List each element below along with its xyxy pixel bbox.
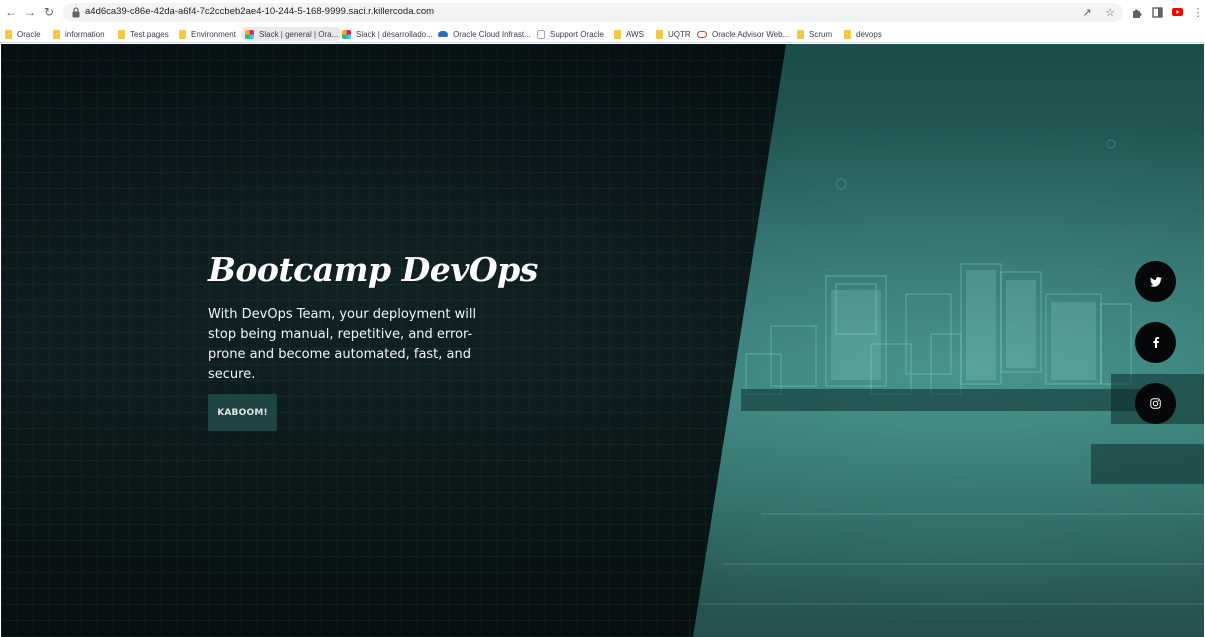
hero-section: Bootcamp DevOps With DevOps Team, your d…	[1, 44, 1204, 637]
folder-icon	[614, 29, 621, 39]
folder-icon	[844, 29, 851, 39]
bookmark-oracle[interactable]: Oracle	[5, 27, 41, 41]
address-bar[interactable]: a4d6ca39-c86e-42da-a6f4-7c2ccbeb2ae4-10-…	[63, 3, 1123, 22]
bookmark-uqtr[interactable]: UQTR	[656, 27, 691, 41]
folder-icon	[53, 29, 60, 39]
slack-icon	[342, 29, 351, 39]
kaboom-button[interactable]: KABOOM!	[208, 394, 277, 431]
extensions-icon[interactable]	[1130, 5, 1144, 19]
bookmark-information[interactable]: information	[53, 27, 105, 41]
menu-icon[interactable]: ⋮	[1191, 5, 1205, 19]
cloud-icon	[438, 31, 448, 37]
folder-icon	[118, 29, 125, 39]
star-icon[interactable]: ☆	[1103, 5, 1117, 19]
hero-subtitle: With DevOps Team, your deployment will s…	[208, 307, 477, 382]
lock-icon	[72, 7, 80, 18]
share-icon[interactable]: ↗	[1080, 5, 1094, 19]
bookmarks-bar: Oracle information Test pages Environmen…	[0, 25, 1205, 43]
bookmark-aws[interactable]: AWS	[614, 27, 644, 41]
bookmark-oracle-cloud[interactable]: Oracle Cloud Infrast...	[438, 27, 531, 41]
side-panel-icon[interactable]	[1150, 5, 1164, 19]
bookmark-scrum[interactable]: Scrum	[797, 27, 832, 41]
instagram-button[interactable]	[1135, 383, 1176, 424]
bookmark-support-oracle[interactable]: Support Oracle	[537, 27, 604, 41]
oracle-icon	[697, 30, 707, 38]
instagram-icon	[1150, 398, 1161, 409]
folder-icon	[5, 29, 12, 39]
forward-icon[interactable]: →	[23, 5, 37, 19]
folder-icon	[179, 29, 186, 39]
url-text: a4d6ca39-c86e-42da-a6f4-7c2ccbeb2ae4-10-…	[85, 6, 435, 17]
bookmark-environment[interactable]: Environment	[179, 27, 236, 41]
support-icon	[537, 29, 545, 39]
reload-icon[interactable]: ↻	[42, 5, 56, 19]
facebook-button[interactable]	[1135, 322, 1176, 363]
bookmark-devops[interactable]: devops	[844, 27, 882, 41]
back-icon[interactable]: ←	[4, 5, 18, 19]
bookmark-oracle-advisor[interactable]: Oracle Advisor Web...	[697, 27, 789, 41]
slack-icon	[245, 29, 254, 39]
bookmark-slack-desarrollado[interactable]: Slack | desarrollado...	[342, 27, 433, 41]
bookmark-slack-general[interactable]: Slack | general | Ora...	[241, 27, 343, 41]
twitter-button[interactable]	[1135, 261, 1176, 302]
youtube-icon[interactable]	[1170, 5, 1184, 19]
bookmark-test-pages[interactable]: Test pages	[118, 27, 169, 41]
hero-title: Bootcamp DevOps	[208, 250, 538, 289]
facebook-icon	[1152, 337, 1159, 348]
twitter-icon	[1149, 276, 1162, 287]
folder-icon	[656, 29, 663, 39]
browser-toolbar: ← → ↻ a4d6ca39-c86e-42da-a6f4-7c2ccbeb2a…	[0, 0, 1205, 25]
folder-icon	[797, 29, 804, 39]
